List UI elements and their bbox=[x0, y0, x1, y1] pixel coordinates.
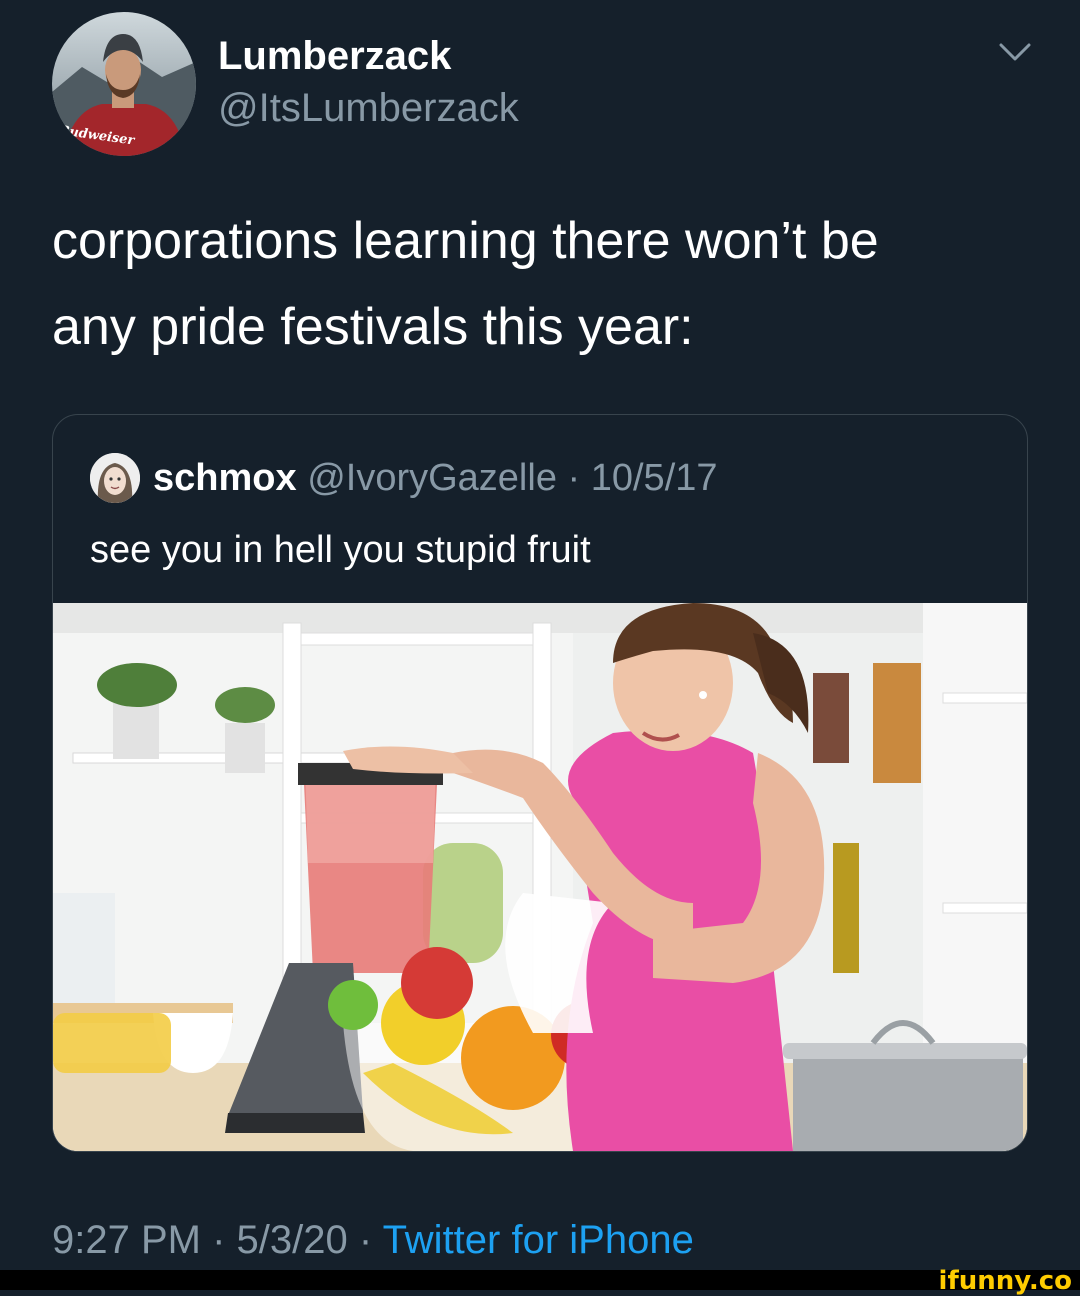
author-avatar-image: Budweiser bbox=[52, 12, 196, 156]
tweet-date[interactable]: 5/3/20 bbox=[237, 1218, 348, 1262]
quoted-author-name[interactable]: schmox bbox=[153, 457, 297, 499]
chevron-down-icon[interactable] bbox=[998, 40, 1032, 64]
author-display-name[interactable]: Lumberzack bbox=[218, 34, 451, 79]
quoted-tweet-text: see you in hell you stupid fruit bbox=[90, 529, 591, 571]
author-avatar[interactable]: Budweiser bbox=[52, 12, 196, 156]
quoted-author-avatar[interactable] bbox=[90, 453, 140, 503]
tweet-time[interactable]: 9:27 PM bbox=[52, 1218, 201, 1262]
quoted-avatar-image bbox=[90, 453, 140, 503]
quoted-tweet-header: schmox @IvoryGazelle · 10/5/17 bbox=[153, 457, 718, 500]
ifunny-watermark: ifunny.co bbox=[938, 1266, 1072, 1296]
tweet-meta: 9:27 PM · 5/3/20 · Twitter for iPhone bbox=[52, 1218, 694, 1263]
quoted-tweet-card[interactable]: schmox @IvoryGazelle · 10/5/17 see you i… bbox=[52, 414, 1028, 1152]
tweet-text-line: corporations learning there won’t be bbox=[52, 212, 879, 270]
quoted-tweet-photo[interactable] bbox=[53, 603, 1027, 1151]
meta-separator: · bbox=[556, 457, 591, 499]
tweet-source-link[interactable]: Twitter for iPhone bbox=[383, 1218, 694, 1262]
tweet-text-line: any pride festivals this year: bbox=[52, 298, 694, 356]
tweet-text: corporations learning there won’t be any… bbox=[52, 198, 1042, 370]
quoted-tweet-date[interactable]: 10/5/17 bbox=[591, 457, 718, 499]
meta-separator: · bbox=[347, 1218, 383, 1262]
meta-separator: · bbox=[200, 1218, 237, 1262]
quoted-author-handle[interactable]: @IvoryGazelle bbox=[307, 457, 557, 499]
watermark-bar bbox=[0, 1270, 1080, 1290]
author-handle[interactable]: @ItsLumberzack bbox=[218, 86, 519, 131]
